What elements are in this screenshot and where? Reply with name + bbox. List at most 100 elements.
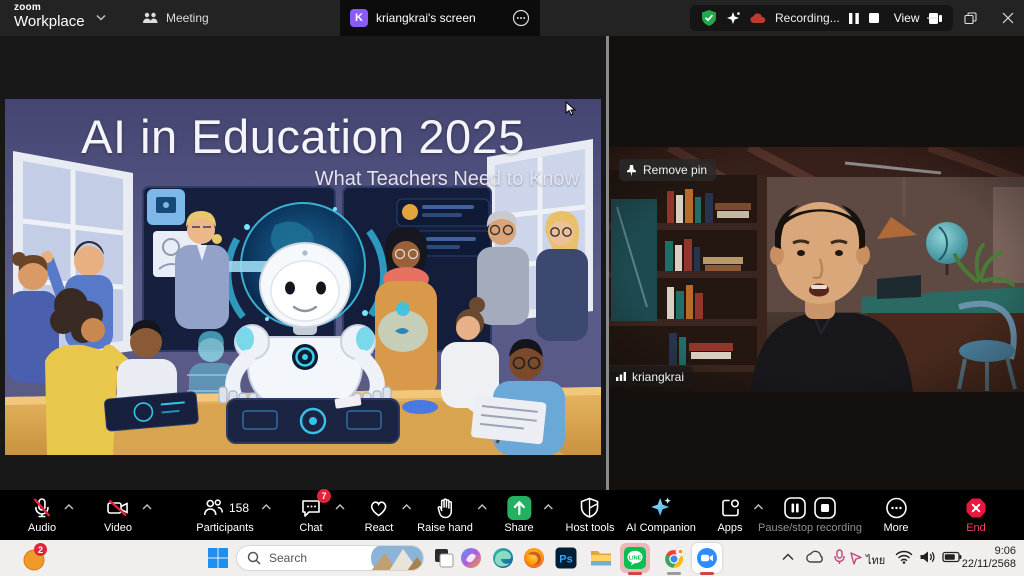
search-placeholder: Search xyxy=(269,551,363,565)
chat-label: Chat xyxy=(299,522,323,534)
pause-stop-recording-control[interactable]: Pause/stop recording xyxy=(758,494,862,534)
svg-text:LINE: LINE xyxy=(629,556,642,562)
audio-chevron-up-icon[interactable] xyxy=(64,504,74,510)
pin-icon xyxy=(626,164,637,177)
end-button[interactable]: End xyxy=(964,494,988,534)
file-explorer-app-icon[interactable] xyxy=(589,546,613,570)
pause-recording-button-icon[interactable] xyxy=(783,496,807,520)
zoom-app-icon xyxy=(696,547,718,569)
video-button[interactable]: Video xyxy=(104,494,132,534)
zoom-workplace-logo: zoom Workplace xyxy=(14,3,85,29)
more-ellipsis-icon xyxy=(884,496,908,520)
taskbar-clock[interactable]: 9:06 22/11/2568 xyxy=(962,545,1016,571)
react-label: React xyxy=(365,522,394,534)
raise-hand-chevron-up-icon[interactable] xyxy=(477,504,487,510)
onedrive-icon[interactable] xyxy=(805,550,825,564)
minimize-button[interactable] xyxy=(912,0,952,36)
line-running-indicator xyxy=(628,572,642,575)
firefox-app-icon[interactable] xyxy=(522,546,546,570)
end-label: End xyxy=(964,522,988,534)
video-chevron-up-icon[interactable] xyxy=(142,504,152,510)
remove-pin-button[interactable]: Remove pin xyxy=(619,159,716,181)
share-label: Share xyxy=(504,522,533,534)
camera-muted-icon xyxy=(105,496,131,520)
participants-label: Participants xyxy=(196,522,253,534)
notification-app-icon[interactable]: 2 xyxy=(22,545,48,571)
slide-subtitle: What Teachers Need to Know xyxy=(315,168,579,191)
workspace-chevron-down-icon[interactable] xyxy=(96,12,106,24)
audio-label: Audio xyxy=(28,522,56,534)
battery-icon[interactable] xyxy=(942,551,962,563)
participants-icon xyxy=(201,496,225,520)
meeting-toolbar: Audio Video 158 xyxy=(0,490,1024,540)
participant-name-tag: kriangkrai xyxy=(609,366,693,387)
ai-companion-button[interactable]: AI Companion xyxy=(626,494,696,534)
mic-location-in-use-icon[interactable] xyxy=(833,549,863,566)
mouse-cursor xyxy=(565,101,577,117)
participants-count: 158 xyxy=(229,501,249,515)
host-tools-button[interactable]: Host tools xyxy=(566,494,615,534)
share-chevron-up-icon[interactable] xyxy=(543,504,553,510)
chrome-app-icon[interactable] xyxy=(662,546,686,570)
audio-button[interactable]: Audio xyxy=(28,494,56,534)
more-button[interactable]: More xyxy=(883,494,908,534)
more-label: More xyxy=(883,522,908,534)
edge-app-icon[interactable] xyxy=(491,546,515,570)
copilot-app-icon[interactable] xyxy=(459,546,483,570)
logo-workplace-text: Workplace xyxy=(14,14,85,29)
pause-recording-icon[interactable] xyxy=(848,12,860,25)
react-chevron-up-icon[interactable] xyxy=(402,504,412,510)
stop-recording-icon[interactable] xyxy=(868,12,880,24)
line-app-tile[interactable]: LINE xyxy=(620,543,650,573)
participants-chevron-up-icon[interactable] xyxy=(261,504,271,510)
close-button[interactable] xyxy=(988,0,1024,36)
video-label: Video xyxy=(104,522,132,534)
notification-count-badge: 2 xyxy=(34,543,47,556)
photoshop-app-icon[interactable]: Ps xyxy=(554,546,578,570)
taskbar-search-input[interactable]: Search xyxy=(236,545,424,571)
participant-name-label: kriangkrai xyxy=(632,370,684,384)
participants-group-icon xyxy=(142,11,159,25)
task-view-button[interactable] xyxy=(432,546,456,570)
tray-date: 22/11/2568 xyxy=(962,558,1016,571)
zoom-app-tile[interactable] xyxy=(692,543,722,573)
restore-button[interactable] xyxy=(950,0,990,36)
apps-icon xyxy=(718,496,742,520)
language-indicator[interactable]: ไทย xyxy=(866,551,885,569)
search-icon xyxy=(247,551,261,565)
tab-options-ellipsis-icon[interactable] xyxy=(512,9,530,27)
react-button[interactable]: React xyxy=(365,494,394,534)
tray-chevron-up-icon[interactable] xyxy=(782,553,794,561)
shared-screen-pane: AI in Education 2025 What Teachers Need … xyxy=(0,36,606,490)
participant-video xyxy=(609,147,1024,392)
ai-sparkle-icon[interactable] xyxy=(726,10,742,26)
remove-pin-label: Remove pin xyxy=(643,163,707,177)
meeting-main-area: AI in Education 2025 What Teachers Need … xyxy=(0,36,1024,490)
stop-recording-button-icon[interactable] xyxy=(813,496,837,520)
heart-icon xyxy=(367,496,391,520)
tab-meeting-label: Meeting xyxy=(166,11,209,25)
pinned-video-pane[interactable]: Remove pin kriangkrai xyxy=(609,36,1024,490)
windows-taskbar: 2 Search xyxy=(0,540,1024,576)
raise-hand-button[interactable]: Raise hand xyxy=(417,494,473,534)
search-highlight-image[interactable] xyxy=(371,545,423,571)
participants-button[interactable]: 158 Participants xyxy=(196,494,253,534)
zoom-workplace-window: zoom Workplace Meeting K kriangkrai's sc… xyxy=(0,0,1024,576)
wifi-icon[interactable] xyxy=(895,550,913,564)
recording-status-label: Recording... xyxy=(775,11,840,25)
ai-companion-label: AI Companion xyxy=(626,522,696,534)
participant-avatar: K xyxy=(350,9,368,27)
apps-button[interactable]: Apps xyxy=(717,494,742,534)
photoshop-ps-label: Ps xyxy=(559,554,572,566)
windows-start-button[interactable] xyxy=(206,546,230,570)
speaker-icon[interactable] xyxy=(919,550,936,564)
mic-muted-icon xyxy=(30,496,54,520)
share-button[interactable]: Share xyxy=(504,494,533,534)
pause-stop-recording-label: Pause/stop recording xyxy=(758,522,862,534)
raised-hand-icon xyxy=(433,496,457,520)
tab-meeting[interactable]: Meeting xyxy=(132,0,219,36)
chat-chevron-up-icon[interactable] xyxy=(335,504,345,510)
security-shield-icon[interactable] xyxy=(700,9,718,27)
tab-screen-share[interactable]: K kriangkrai's screen xyxy=(340,0,540,36)
chat-button[interactable]: 7 Chat xyxy=(299,494,323,534)
